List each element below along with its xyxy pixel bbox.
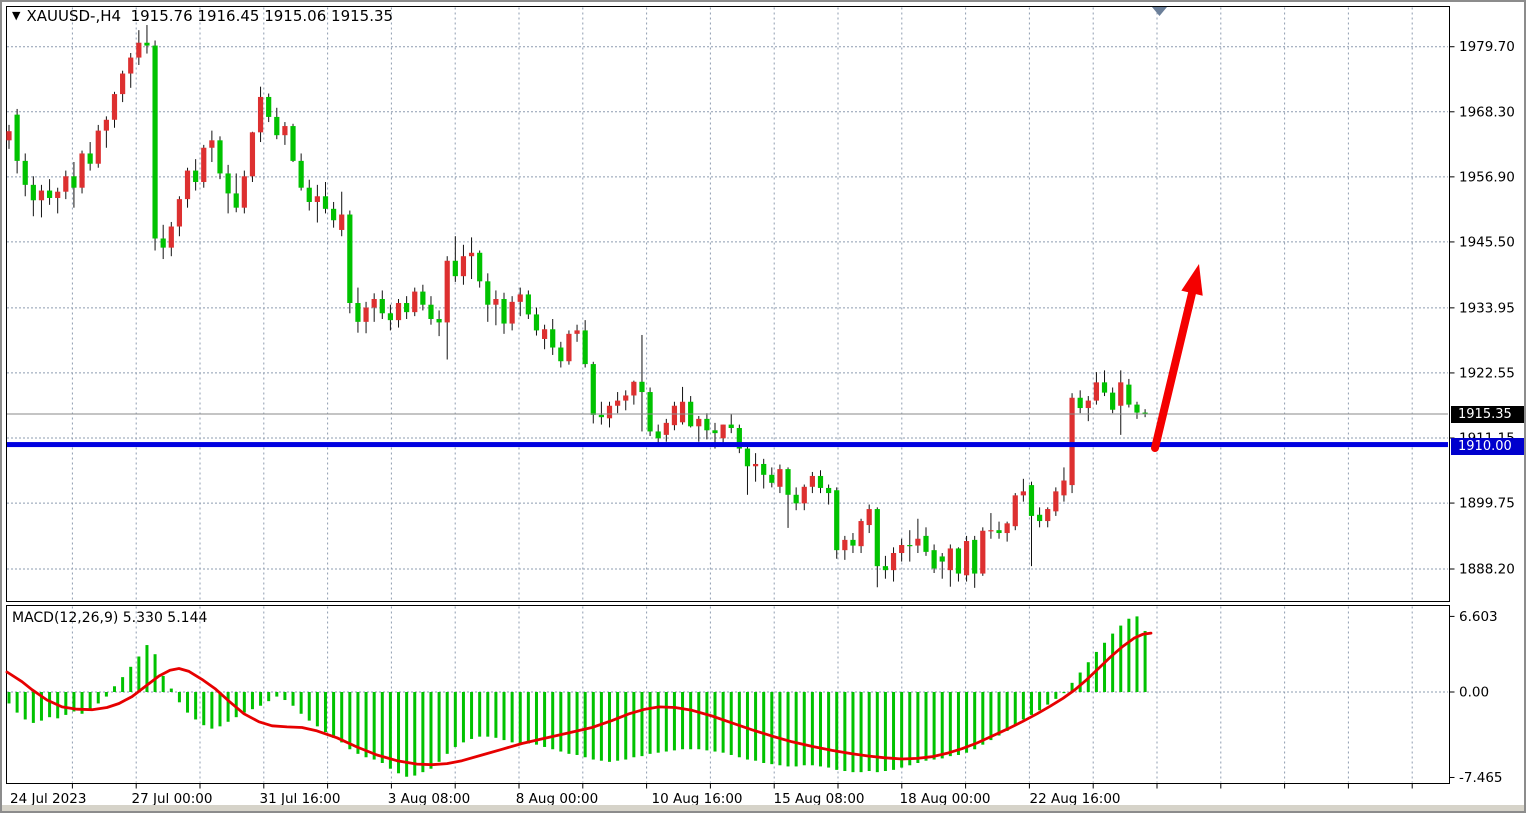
svg-text:1888.20: 1888.20 — [1459, 561, 1515, 577]
svg-text:1945.50: 1945.50 — [1459, 234, 1515, 250]
symbol-dropdown-icon[interactable]: ▼ — [12, 9, 20, 22]
quote-close: 1915.35 — [331, 7, 393, 25]
svg-text:1956.90: 1956.90 — [1459, 169, 1515, 185]
time-axis[interactable]: 24 Jul 202327 Jul 00:0031 Jul 16:003 Aug… — [10, 784, 1412, 808]
quote-high: 1916.45 — [197, 7, 259, 25]
svg-text:1979.70: 1979.70 — [1459, 39, 1515, 55]
macd-indicator-label: MACD(12,26,9) 5.330 5.144 — [12, 610, 207, 626]
svg-text:1933.95: 1933.95 — [1459, 300, 1515, 316]
quote-low: 1915.06 — [264, 7, 326, 25]
svg-text:1922.55: 1922.55 — [1459, 365, 1515, 381]
chart-window: 1979.70 1968.30 1956.90 1945.50 1933.95 1922.… — [0, 0, 1526, 813]
svg-text:1968.30: 1968.30 — [1459, 104, 1515, 120]
main-chart-area[interactable] — [7, 7, 1449, 601]
level-price-badge: 1910.00 — [1451, 438, 1524, 455]
macd-panel-area[interactable] — [7, 606, 1449, 783]
svg-text:-7.465: -7.465 — [1459, 770, 1503, 786]
window-bottom-edge — [2, 805, 1524, 811]
chart-title: ▼ XAUUSD-,H4 1915.76 1916.45 1915.06 1915… — [12, 7, 393, 25]
quote-open: 1915.76 — [131, 7, 193, 25]
chart-canvas: 1979.70 1968.30 1956.90 1945.50 1933.95 1922.… — [2, 2, 1526, 813]
svg-text:1899.75: 1899.75 — [1459, 496, 1515, 512]
current-price-badge: 1915.35 — [1451, 406, 1524, 423]
svg-text:0.00: 0.00 — [1459, 685, 1489, 701]
macd-axis[interactable]: 6.603 0.00 -7.465 — [1450, 609, 1503, 786]
price-axis[interactable]: 1979.70 1968.30 1956.90 1945.50 1933.95 1922.… — [1450, 39, 1515, 577]
svg-text:6.603: 6.603 — [1459, 609, 1498, 625]
symbol-period-label: XAUUSD-,H4 — [26, 7, 121, 25]
